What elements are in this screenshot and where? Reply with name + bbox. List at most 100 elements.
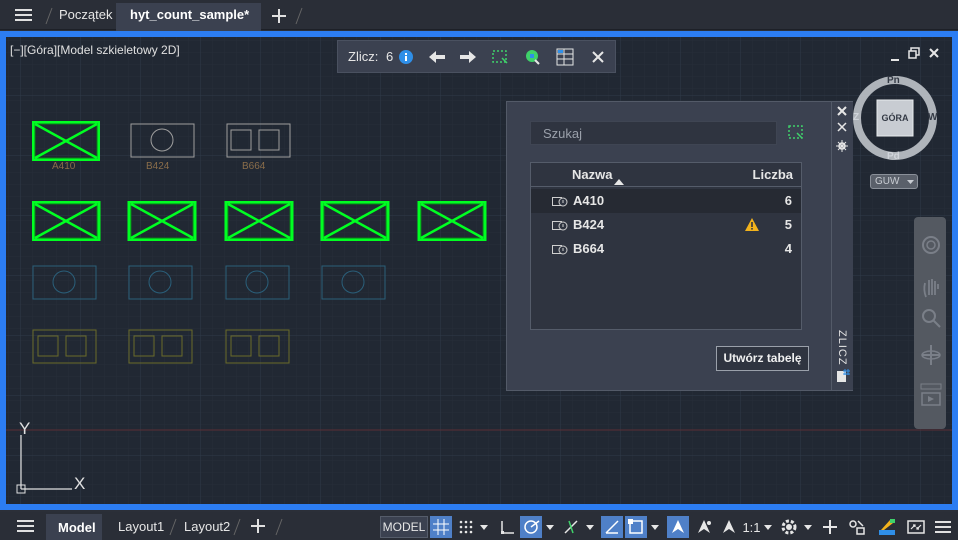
- block-label: A410: [52, 161, 76, 172]
- chevron-down-icon: [763, 524, 772, 530]
- list-item[interactable]: B424 5: [531, 213, 801, 237]
- arrow-right-icon[interactable]: [458, 47, 478, 67]
- fullscreen-icon[interactable]: [905, 516, 927, 538]
- ucs-label: GUW: [875, 176, 900, 187]
- column-header-name[interactable]: Nazwa: [572, 167, 612, 182]
- list-header: Nazwa Liczba: [531, 163, 801, 187]
- search-placeholder: Szukaj: [543, 126, 583, 141]
- chevron-down-icon[interactable]: [544, 516, 556, 538]
- chevron-down-icon[interactable]: [584, 516, 596, 538]
- chevron-down-icon[interactable]: [649, 516, 661, 538]
- object-snap-tracking-icon[interactable]: [601, 516, 623, 538]
- compass-east[interactable]: W: [928, 112, 937, 123]
- block-label: B664: [242, 161, 266, 172]
- showmotion-icon[interactable]: [920, 383, 942, 407]
- grid-toggle-icon[interactable]: [430, 516, 452, 538]
- steering-wheel-icon[interactable]: [921, 235, 941, 255]
- sort-ascending-icon: [614, 172, 624, 190]
- count-toolbar: Zlicz: 6: [337, 40, 616, 73]
- block-icon: [552, 197, 568, 207]
- annotation-scale-icon[interactable]: [718, 516, 740, 538]
- tab-drawing-active[interactable]: hyt_count_sample*: [116, 3, 261, 31]
- ortho-mode-icon[interactable]: [496, 516, 518, 538]
- zoom-object-icon[interactable]: [522, 47, 542, 67]
- viewport-frame: [−][Góra][Model szkieletowy 2D] A410 B42…: [0, 31, 958, 510]
- block-b664[interactable]: [226, 123, 292, 159]
- select-objects-icon[interactable]: [787, 124, 805, 142]
- block-b664-row[interactable]: [32, 329, 332, 367]
- ucs-menu-button[interactable]: GUW: [870, 174, 918, 189]
- workspace-icon[interactable]: [876, 516, 898, 538]
- create-table-button[interactable]: Utwórz tabelę: [716, 346, 809, 371]
- block-a410-selected[interactable]: [32, 121, 100, 161]
- tab-label: Model: [58, 520, 96, 535]
- restore-icon[interactable]: [908, 46, 920, 59]
- arrow-left-icon[interactable]: [427, 47, 447, 67]
- chevron-down-icon[interactable]: [478, 516, 490, 538]
- palette-title: ZLICZ: [836, 330, 848, 366]
- navigation-bar: [914, 217, 946, 429]
- auto-scale-icon[interactable]: [693, 516, 715, 538]
- list-item[interactable]: B664 4: [531, 237, 801, 261]
- drawing-viewport[interactable]: [−][Góra][Model szkieletowy 2D] A410 B42…: [6, 37, 952, 504]
- tab-layout2[interactable]: Layout2: [184, 519, 230, 534]
- list-item[interactable]: A410 6: [531, 189, 801, 213]
- ucs-x-label: X: [74, 474, 86, 493]
- tab-label: hyt_count_sample*: [130, 7, 250, 22]
- orbit-icon[interactable]: [920, 343, 942, 367]
- pan-hand-icon[interactable]: [921, 277, 941, 299]
- polar-tracking-icon[interactable]: [520, 516, 542, 538]
- compass-north[interactable]: Pn: [887, 75, 900, 86]
- minimize-icon[interactable]: [890, 49, 900, 61]
- viewcube-top-label[interactable]: GÓRA: [877, 113, 913, 123]
- search-input[interactable]: Szukaj: [530, 121, 777, 145]
- table-icon[interactable]: [555, 47, 575, 67]
- tab-layout1[interactable]: Layout1: [118, 519, 164, 534]
- ucs-y-label: Y: [19, 419, 31, 438]
- item-count: 5: [784, 217, 792, 232]
- item-name: B424: [573, 217, 605, 232]
- view-label[interactable]: [−][Góra][Model szkieletowy 2D]: [10, 43, 180, 57]
- hamburger-menu-icon[interactable]: [14, 7, 34, 23]
- scale-dropdown[interactable]: 1:1: [742, 516, 772, 538]
- close-icon[interactable]: [588, 47, 608, 67]
- block-label: B424: [146, 161, 170, 172]
- block-a410-row[interactable]: [32, 201, 500, 241]
- close-viewport-icon[interactable]: [928, 46, 940, 58]
- block-icon: [552, 221, 568, 231]
- chevron-down-icon[interactable]: [802, 516, 814, 538]
- isodraft-icon[interactable]: [560, 516, 582, 538]
- annotation-visibility-icon[interactable]: [667, 516, 689, 538]
- info-icon[interactable]: [396, 47, 416, 67]
- hamburger-menu-icon[interactable]: [16, 518, 36, 534]
- snap-mode-icon[interactable]: [456, 516, 476, 538]
- count-palette: Szukaj Nazwa Liczba A410 6 B424 5 B664 4…: [506, 101, 853, 391]
- item-count: 6: [784, 193, 792, 208]
- tab-label: Początek: [59, 7, 113, 22]
- column-header-count[interactable]: Liczba: [753, 167, 793, 182]
- gear-icon[interactable]: [778, 516, 800, 538]
- model-space-button[interactable]: MODEL: [380, 516, 428, 538]
- count-value: 6: [385, 49, 394, 64]
- quick-properties-icon[interactable]: [846, 516, 868, 538]
- customization-menu-icon[interactable]: [932, 516, 954, 538]
- status-bar: Model Layout1 Layout2 MODEL 1:1: [0, 512, 958, 540]
- count-label-text: Zlicz:: [348, 49, 379, 64]
- zoom-extents-icon[interactable]: [920, 307, 942, 329]
- chevron-down-icon: [907, 180, 914, 184]
- selection-box-icon[interactable]: [490, 47, 510, 67]
- item-name: B664: [573, 241, 605, 256]
- warning-icon[interactable]: [744, 217, 760, 232]
- tab-model-active[interactable]: Model: [46, 514, 102, 540]
- compass-west[interactable]: Z: [853, 112, 859, 123]
- count-palette-icon: [837, 369, 850, 382]
- block-b424-row[interactable]: [32, 265, 392, 303]
- plus-icon[interactable]: [270, 7, 288, 25]
- plus-icon[interactable]: [819, 516, 841, 538]
- block-b424[interactable]: [130, 123, 196, 159]
- plus-icon[interactable]: [250, 518, 266, 534]
- tab-start[interactable]: Początek: [59, 4, 112, 30]
- object-snap-icon[interactable]: [625, 516, 647, 538]
- document-tab-bar: Początek hyt_count_sample*: [0, 0, 958, 31]
- compass-south[interactable]: Pd: [887, 151, 900, 162]
